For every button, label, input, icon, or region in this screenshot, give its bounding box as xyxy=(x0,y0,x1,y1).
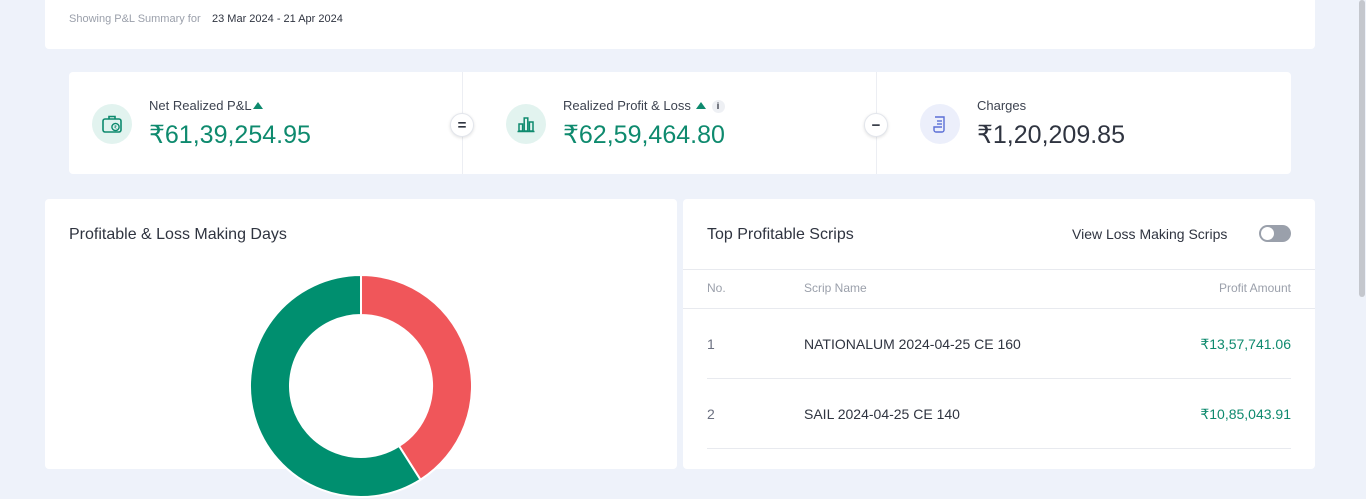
svg-text:₹: ₹ xyxy=(114,125,117,131)
divider xyxy=(683,269,1315,270)
bar-chart-icon xyxy=(506,104,546,144)
trend-up-icon xyxy=(695,102,706,109)
scrip-name: SAIL 2024-04-25 CE 140 xyxy=(804,406,960,422)
equals-icon: = xyxy=(450,113,474,137)
toggle-label: View Loss Making Scrips xyxy=(1072,226,1228,242)
row-number: 2 xyxy=(707,406,715,422)
column-header-scrip: Scrip Name xyxy=(804,281,867,295)
summary-date-range: 23 Mar 2024 - 21 Apr 2024 xyxy=(212,13,343,25)
divider xyxy=(683,308,1315,309)
portfolio-icon: ₹ xyxy=(92,104,132,144)
profit-amount: ₹13,57,741.06 xyxy=(1200,336,1291,352)
kpi-charges: Charges ₹1,20,209.85 xyxy=(897,72,1304,174)
row-number: 1 xyxy=(707,336,715,352)
profit-loss-donut-chart xyxy=(249,273,473,498)
top-scrips-panel: Top Profitable Scrips View Loss Making S… xyxy=(683,199,1315,469)
info-icon[interactable]: i xyxy=(711,100,725,113)
trend-up-icon xyxy=(252,102,263,109)
summary-strip: Showing P&L Summary for 23 Mar 2024 - 21… xyxy=(45,0,1315,49)
realized-label: Realized Profit & Loss i xyxy=(563,98,725,113)
realized-value: ₹62,59,464.80 xyxy=(563,121,725,149)
net-realized-value: ₹61,39,254.95 xyxy=(149,121,311,149)
row-divider xyxy=(707,448,1291,449)
column-header-no: No. xyxy=(707,281,726,295)
toggle-knob xyxy=(1261,227,1274,240)
charges-label: Charges xyxy=(977,98,1027,113)
scrip-name: NATIONALUM 2024-04-25 CE 160 xyxy=(804,336,1021,352)
kpi-realized: Realized Profit & Loss i ₹62,59,464.80 xyxy=(483,72,890,174)
column-header-amount: Profit Amount xyxy=(1218,281,1291,295)
loss-days-slice[interactable] xyxy=(360,273,473,482)
net-realized-label: Net Realized P&L xyxy=(149,98,263,113)
panel-title: Profitable & Loss Making Days xyxy=(69,226,287,243)
scrollbar-thumb[interactable] xyxy=(1359,0,1365,297)
panel-title: Top Profitable Scrips xyxy=(707,226,854,243)
charges-value: ₹1,20,209.85 xyxy=(977,121,1125,149)
profit-loss-days-panel: Profitable & Loss Making Days xyxy=(45,199,677,498)
minus-icon: − xyxy=(864,113,888,137)
pnl-kpi-card: ₹ Net Realized P&L ₹61,39,254.95 = Reali… xyxy=(69,72,1291,174)
kpi-net-realized: ₹ Net Realized P&L ₹61,39,254.95 xyxy=(69,72,476,174)
summary-label: Showing P&L Summary for xyxy=(69,13,201,25)
row-divider xyxy=(707,378,1291,379)
profit-amount: ₹10,85,043.91 xyxy=(1200,406,1291,422)
receipt-icon xyxy=(920,104,960,144)
loss-scrips-toggle[interactable] xyxy=(1259,225,1291,242)
